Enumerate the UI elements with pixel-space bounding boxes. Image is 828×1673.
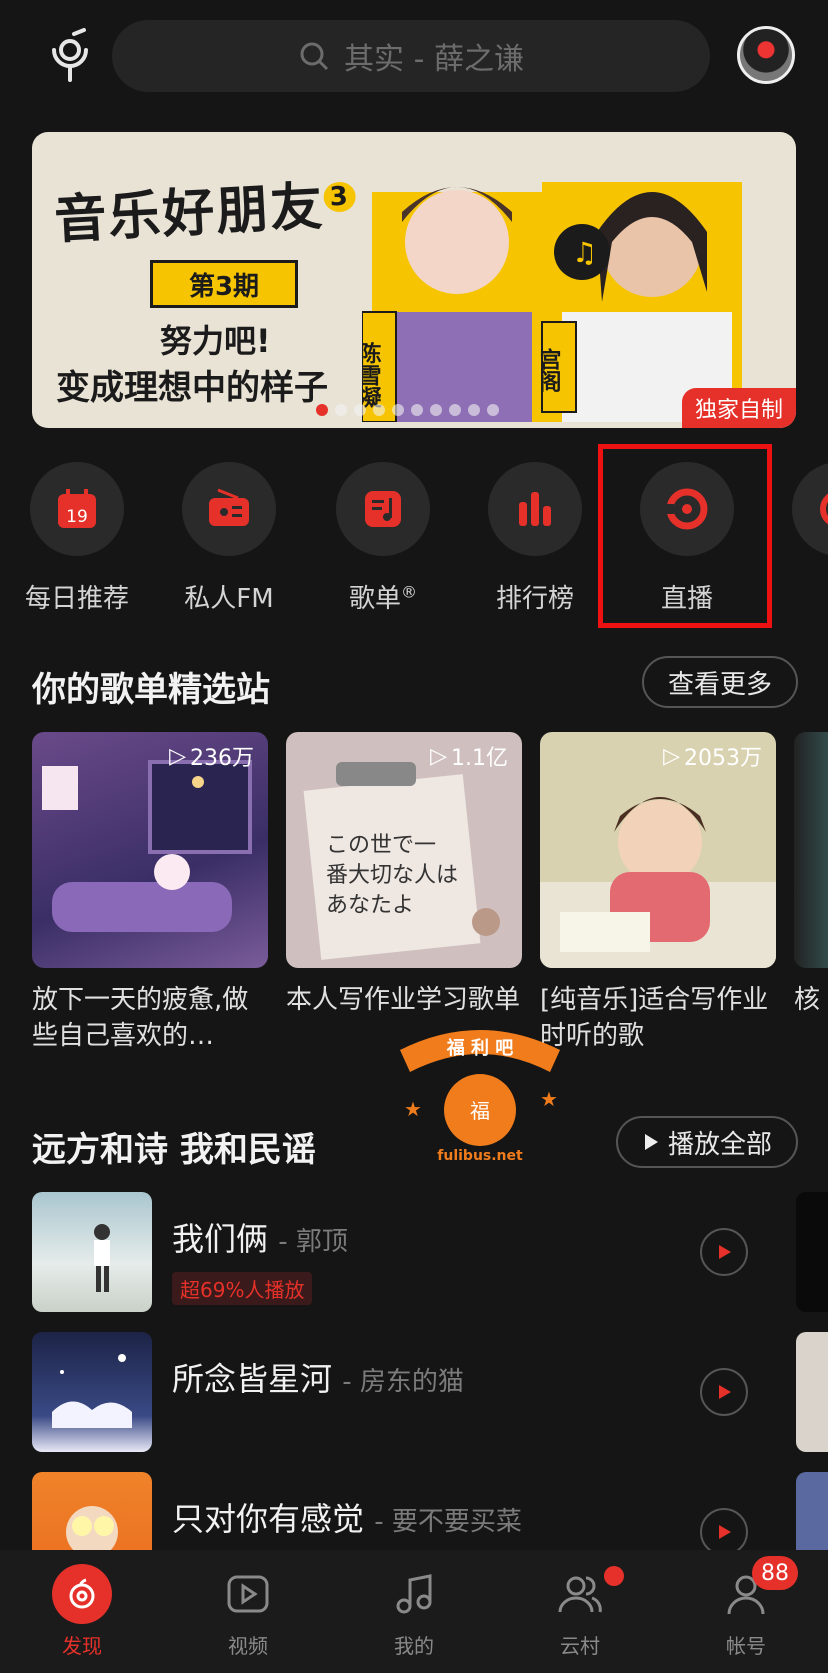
playlist-card[interactable]: 核	[794, 732, 828, 1054]
see-more-button[interactable]: 查看更多	[642, 656, 798, 708]
banner-title: 音乐好朋友 3	[52, 162, 358, 253]
banner-name-right: 宫阁	[536, 347, 561, 392]
playlist-card[interactable]: ▷ 236万 放下一天的疲惫,做些自己喜欢的…	[32, 732, 268, 1054]
play-icon	[719, 1245, 731, 1259]
playlist-name: 放下一天的疲惫,做些自己喜欢的…	[32, 985, 249, 1051]
nav-video[interactable]: 视频	[188, 1564, 308, 1659]
mic-icon[interactable]	[44, 26, 96, 86]
partial-icon	[820, 493, 828, 525]
song-play-button[interactable]	[700, 1228, 748, 1276]
nav-label: 帐号	[726, 1634, 766, 1658]
playlist-icon	[365, 491, 401, 527]
avatar[interactable]	[737, 26, 795, 84]
video-icon	[227, 1575, 269, 1613]
banner-line1: 努力吧!	[160, 322, 271, 360]
nav-label: 云村	[560, 1634, 600, 1658]
category-label: 每日推荐	[24, 584, 129, 614]
song-play-button[interactable]	[700, 1508, 748, 1556]
category-charts[interactable]: 排行榜	[470, 462, 600, 615]
category-label: 歌单®	[348, 582, 417, 614]
pagination-dot[interactable]	[392, 404, 404, 416]
playlist-card[interactable]: ▷ 2053万 [纯音乐]适合写作业时听的歌	[540, 732, 776, 1054]
live-highlight-box	[598, 444, 772, 628]
pagination-dot[interactable]	[449, 404, 461, 416]
discover-icon	[69, 1578, 95, 1609]
song-title: 所念皆星河 - 房东的猫	[172, 1360, 464, 1398]
category-daily[interactable]: 19 每日推荐	[12, 462, 142, 615]
song-cover	[52, 1354, 132, 1428]
music-note-icon	[396, 1574, 432, 1614]
notification-count-badge: 88	[752, 1556, 798, 1590]
pagination-dot[interactable]	[354, 404, 366, 416]
watermark-logo: 福 利 吧 福 ★ ★ fulibus.net	[400, 1030, 560, 1164]
svg-text:福: 福	[470, 1099, 490, 1123]
svg-text:この世で一: この世で一	[326, 833, 436, 858]
pagination-dot[interactable]	[373, 404, 385, 416]
play-all-button[interactable]: 播放全部	[616, 1116, 798, 1168]
svg-text:fulibus.net: fulibus.net	[437, 1148, 523, 1164]
calendar-icon: 19	[58, 489, 96, 528]
search-bar[interactable]: 其实 - 薛之谦	[112, 20, 710, 92]
radio-icon	[209, 488, 249, 526]
chart-icon	[519, 492, 551, 526]
playlist-cards: ▷ 236万 放下一天的疲惫,做些自己喜欢的… この世で一 番大切な人は あなたよ…	[32, 732, 828, 1052]
category-label: 电	[774, 578, 828, 615]
nav-label: 我的	[394, 1634, 434, 1658]
search-icon	[300, 42, 329, 71]
svg-text:番大切な人は: 番大切な人は	[326, 863, 458, 888]
category-label: 私人FM	[184, 584, 274, 614]
song-title: 只对你有感觉 - 要不要买菜	[172, 1500, 522, 1538]
pagination-dot[interactable]	[430, 404, 442, 416]
svg-text:★: ★	[404, 1097, 422, 1121]
next-column-thumb	[796, 1192, 828, 1312]
notification-dot	[604, 1566, 624, 1586]
svg-text:★: ★	[540, 1087, 558, 1111]
popularity-badge: 超69%人播放	[172, 1272, 313, 1305]
category-fm[interactable]: 私人FM	[164, 462, 294, 615]
search-placeholder: 其实 - 薛之谦	[344, 42, 524, 77]
banner-issue: 第3期	[150, 260, 298, 308]
banner-artwork: ♫ 陈雪凝 宫阁	[362, 182, 742, 422]
pagination-dot[interactable]	[316, 404, 328, 416]
nav-community[interactable]: 云村	[520, 1564, 640, 1659]
play-icon	[719, 1385, 731, 1399]
song-cover	[94, 1224, 110, 1292]
svg-text:あなたよ: あなたよ	[326, 893, 414, 918]
song-row[interactable]: 所念皆星河 - 房东的猫	[32, 1332, 792, 1452]
category-partial[interactable]: 电	[774, 462, 828, 615]
nav-account[interactable]: 帐号 88	[686, 1556, 806, 1659]
pagination-dot[interactable]	[487, 404, 499, 416]
song-row[interactable]: 我们俩 - 郭顶 超69%人播放	[32, 1192, 792, 1312]
header: 其实 - 薛之谦	[0, 0, 828, 116]
play-icon	[644, 1134, 658, 1150]
playlist-card[interactable]: この世で一 番大切な人は あなたよ ▷ 1.1亿 本人写作业学习歌单	[286, 732, 522, 1054]
category-label: 排行榜	[495, 584, 574, 614]
song-play-button[interactable]	[700, 1368, 748, 1416]
banner-pagination	[316, 404, 499, 416]
category-playlist[interactable]: 歌单®	[318, 462, 448, 615]
next-column-thumb	[796, 1332, 828, 1452]
playlist-name: 核	[794, 985, 821, 1015]
pagination-dot[interactable]	[411, 404, 423, 416]
banner-line2: 变成理想中的样子	[56, 368, 328, 408]
nav-discover[interactable]: 发现	[22, 1564, 142, 1659]
play-icon	[719, 1525, 731, 1539]
bottom-nav: 发现 视频 我的 云村 帐号 88	[0, 1550, 828, 1673]
songs-section-title: 远方和诗 我和民谣	[32, 1130, 316, 1170]
nav-label: 发现	[62, 1634, 102, 1658]
pagination-dot[interactable]	[468, 404, 480, 416]
banner-name-left: 陈雪凝	[362, 341, 382, 409]
svg-text:♫: ♫	[572, 236, 597, 269]
exclusive-tag: 独家自制	[682, 388, 796, 428]
nav-label: 视频	[228, 1634, 268, 1658]
pagination-dot[interactable]	[335, 404, 347, 416]
community-icon	[558, 1576, 602, 1613]
svg-text:19: 19	[66, 507, 88, 527]
song-title: 我们俩 - 郭顶	[172, 1220, 348, 1258]
promo-banner[interactable]: 音乐好朋友 3 第3期 努力吧! 变成理想中的样子 ♫ 陈雪凝 宫阁 独家自制	[32, 132, 796, 428]
nav-mine[interactable]: 我的	[354, 1564, 474, 1659]
svg-text:福 利 吧: 福 利 吧	[446, 1037, 514, 1059]
playlists-section-title: 你的歌单精选站	[32, 670, 270, 710]
